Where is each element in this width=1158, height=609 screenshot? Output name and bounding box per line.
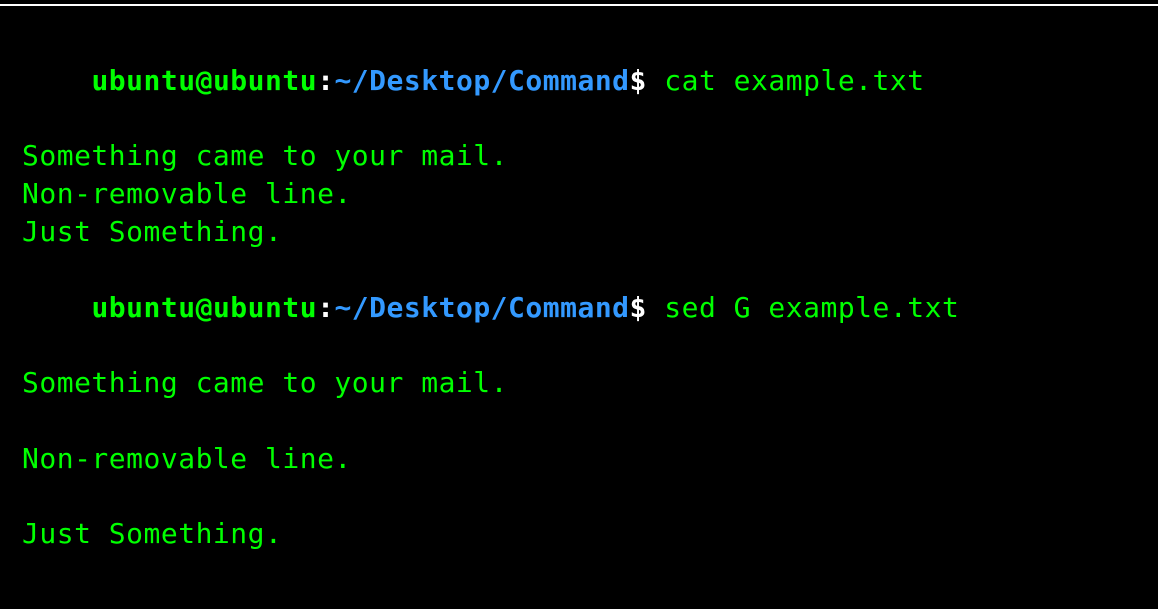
output-line: Just Something. [22, 515, 1136, 553]
output-blank [22, 478, 1136, 516]
output-line: Just Something. [22, 213, 1136, 251]
prompt-dollar: $ [630, 64, 647, 97]
prompt-path: ~/Desktop/Command [334, 64, 629, 97]
prompt-colon: : [317, 291, 334, 324]
command-2: sed G example.txt [647, 291, 959, 324]
prompt-colon: : [317, 64, 334, 97]
prompt-path: ~/Desktop/Command [334, 291, 629, 324]
prompt-line-2: ubuntu@ubuntu:~/Desktop/Command$ sed G e… [22, 251, 1136, 364]
output-blank [22, 553, 1136, 591]
output-line: Non-removable line. [22, 175, 1136, 213]
prompt-line-1: ubuntu@ubuntu:~/Desktop/Command$ cat exa… [22, 24, 1136, 137]
output-line: Something came to your mail. [22, 137, 1136, 175]
terminal-window[interactable]: ubuntu@ubuntu:~/Desktop/Command$ cat exa… [0, 4, 1158, 609]
output-line: Non-removable line. [22, 440, 1136, 478]
output-line: Something came to your mail. [22, 364, 1136, 402]
prompt-user: ubuntu@ubuntu [91, 291, 317, 324]
command-1: cat example.txt [647, 64, 925, 97]
prompt-user: ubuntu@ubuntu [91, 64, 317, 97]
prompt-dollar: $ [630, 291, 647, 324]
output-blank [22, 402, 1136, 440]
